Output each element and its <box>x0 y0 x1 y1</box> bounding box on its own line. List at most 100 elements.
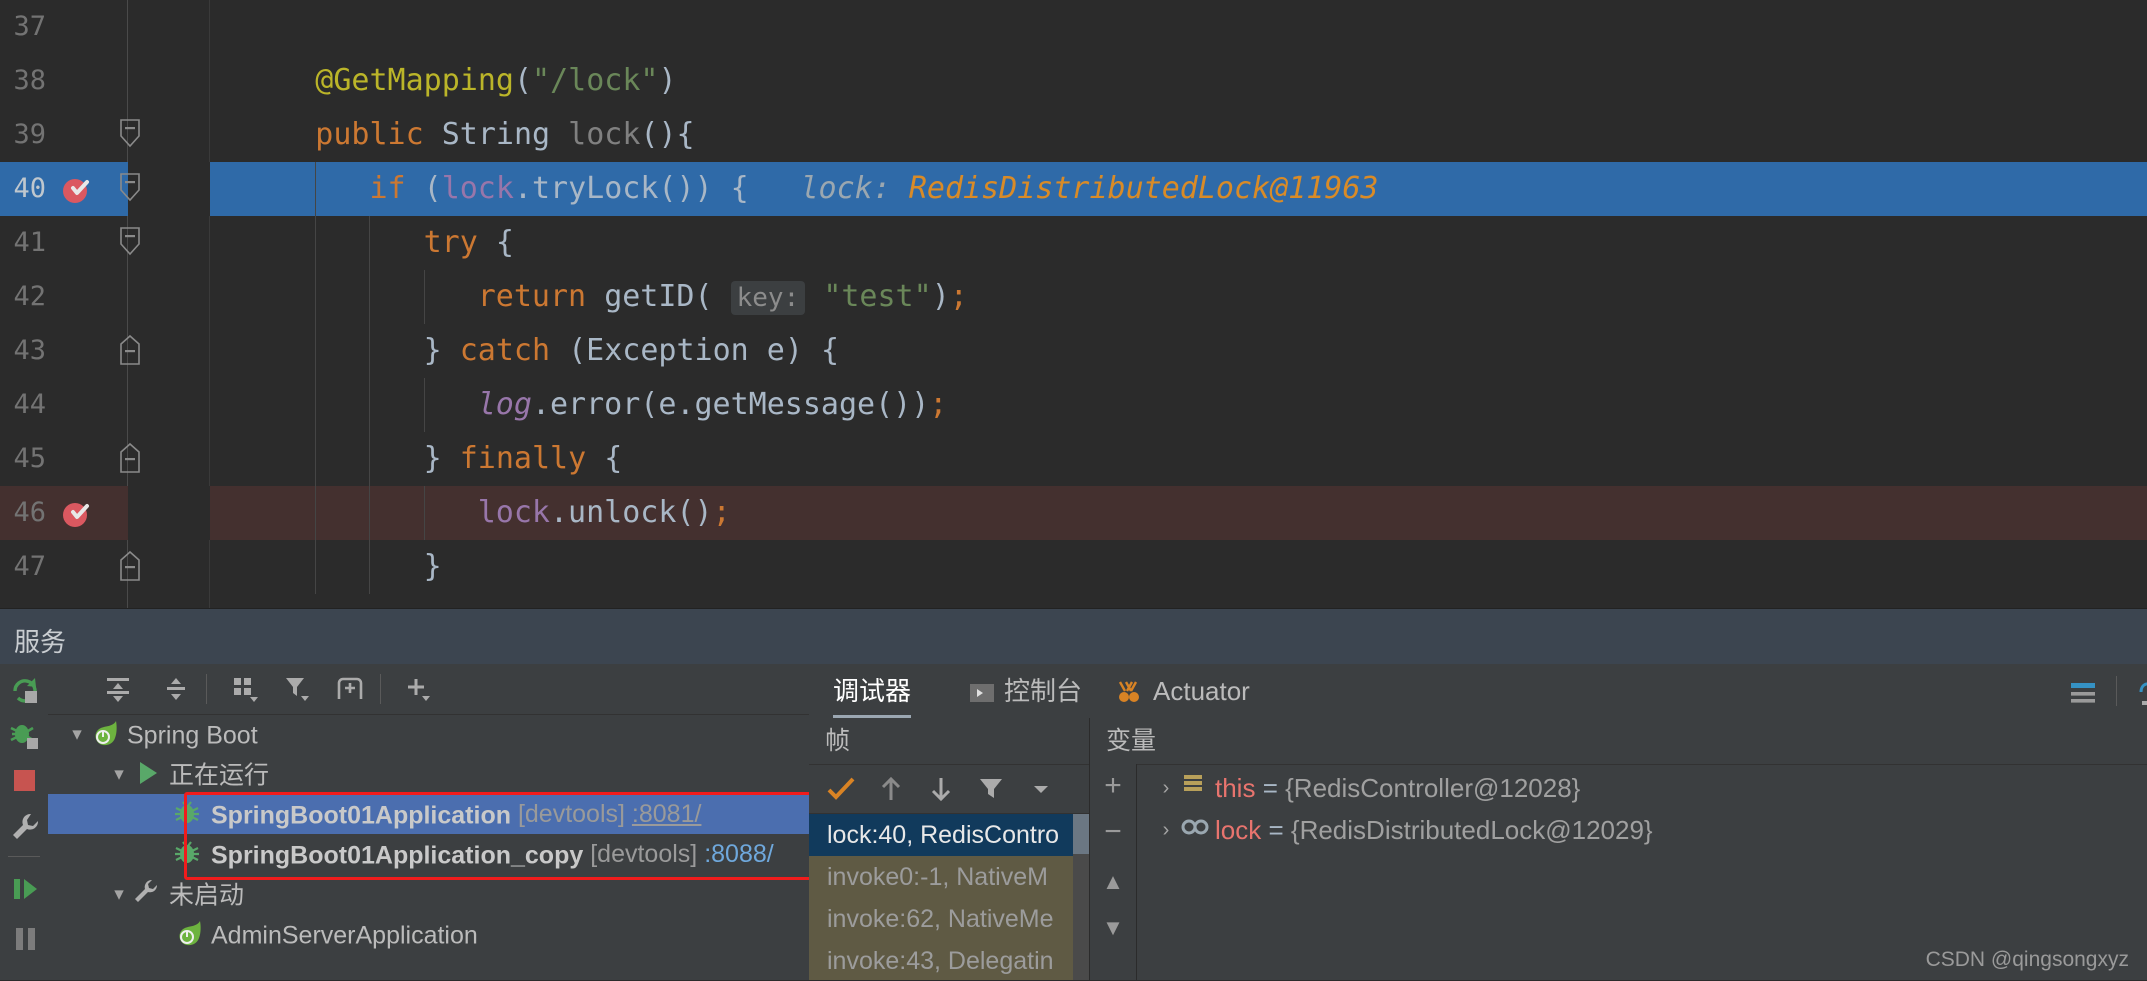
variable-value: {RedisController@12028} <box>1285 773 1581 804</box>
code-line-42[interactable]: 42 return getID( key: "test"); <box>0 270 2147 324</box>
toolbar-divider-2 <box>380 674 381 704</box>
indent-guide <box>369 486 371 540</box>
breakpoint-icon[interactable] <box>60 496 94 530</box>
variable-name: lock <box>1215 815 1262 846</box>
frame-item[interactable]: lock:40, RedisContro <box>809 814 1089 856</box>
chevron-right-icon[interactable]: › <box>1151 767 1181 809</box>
fold-marker[interactable] <box>118 550 144 584</box>
filter-icon[interactable] <box>280 671 316 707</box>
inline-debug-hint: lock: RedisDistributedLock@11963 <box>801 162 1379 216</box>
rerun-icon[interactable] <box>6 670 44 708</box>
frame-item[interactable]: invoke:62, NativeMe <box>809 898 1089 940</box>
chevron-right-icon[interactable]: › <box>1151 809 1181 851</box>
services-tree-item-Spring Boot[interactable]: ▾ Spring Boot <box>48 714 809 754</box>
tab-debugger[interactable]: 调试器 <box>833 664 912 718</box>
code-line-39[interactable]: 39 public String lock(){ <box>0 108 2147 162</box>
pause-icon[interactable] <box>6 920 44 958</box>
line-number: 39 <box>13 119 46 150</box>
frames-filter-icon[interactable] <box>973 771 1009 807</box>
indent-guide <box>423 378 425 432</box>
variables-title: 变量 <box>1106 727 1157 755</box>
indent-guide <box>315 324 317 378</box>
console-icon <box>969 680 995 706</box>
frames-list[interactable]: lock:40, RedisContro invoke0:-1, NativeM i… <box>809 814 1089 980</box>
line-number: 47 <box>13 551 46 582</box>
fold-marker[interactable] <box>118 334 144 368</box>
code-line-45[interactable]: 45} finally { <box>0 432 2147 486</box>
remove-watch-icon[interactable]: − <box>1095 814 1131 850</box>
inline-hint-value: RedisDistributedLock@11963 <box>908 171 1379 206</box>
code-text: lock.unlock(); <box>477 495 731 530</box>
collapse-all-icon[interactable] <box>158 671 194 707</box>
chevron-down-icon[interactable]: ▾ <box>64 715 90 755</box>
frame-item[interactable]: invoke:43, Delegatin <box>809 940 1089 980</box>
settings-wrench-icon[interactable] <box>6 808 44 846</box>
indent-guide <box>315 162 317 216</box>
arrow-up-icon[interactable] <box>873 771 909 807</box>
code-editor[interactable]: 37 38 @GetMapping("/lock") 39 public String … <box>0 0 2147 608</box>
debug-icon[interactable] <box>6 716 44 754</box>
tab-actuator[interactable]: Actuator <box>1114 664 1250 718</box>
variable-row[interactable]: › this = {RedisController@12028} <box>1137 765 2147 807</box>
intellij-idea-window: 37 38 @GetMapping("/lock") 39 public String … <box>0 0 2147 980</box>
code-line-41[interactable]: 41 try { <box>0 216 2147 270</box>
frames-scrollbar-track[interactable] <box>1073 814 1089 980</box>
code-line-47[interactable]: 47} <box>0 540 2147 594</box>
frames-title: 帧 <box>825 727 851 755</box>
services-tree-item-AdminServerApplication[interactable]: AdminServerApplication <box>48 914 809 954</box>
services-tree-item-SpringBoot01Application[interactable]: SpringBoot01Application [devtools] :8081… <box>48 794 809 834</box>
layout-settings-icon[interactable] <box>2064 673 2102 711</box>
chevron-down-icon[interactable] <box>1023 771 1059 807</box>
fold-marker[interactable] <box>118 226 144 260</box>
code-text: return getID( key: "test"); <box>477 279 968 315</box>
indent-guide <box>315 486 317 540</box>
frames-scrollbar-thumb[interactable] <box>1073 814 1089 854</box>
tab-actuator-label: Actuator <box>1153 676 1250 706</box>
gutter-strip <box>128 54 210 108</box>
tab-console[interactable]: 控制台 <box>969 664 1082 718</box>
group-by-icon[interactable] <box>228 671 264 707</box>
add-service-icon[interactable] <box>400 671 436 707</box>
step-over-icon[interactable] <box>2134 673 2147 711</box>
variable-row[interactable]: › lock = {RedisDistributedLock@12029} <box>1137 807 2147 849</box>
services-tree-item-SpringBoot01Application_copy[interactable]: SpringBoot01Application_copy [devtools] … <box>48 834 809 874</box>
services-tree-item-未启动[interactable]: ▾ 未启动 <box>48 874 809 914</box>
services-toolbar <box>48 664 809 715</box>
code-line-44[interactable]: 44 log.error(e.getMessage()); <box>0 378 2147 432</box>
arrow-down-icon[interactable] <box>923 771 959 807</box>
line-number: 38 <box>13 65 46 96</box>
fold-marker[interactable] <box>118 172 144 206</box>
tree-item-port-link[interactable]: :8081/ <box>632 800 702 828</box>
code-text: public String lock(){ <box>315 117 695 152</box>
code-line-38[interactable]: 38 @GetMapping("/lock") <box>0 54 2147 108</box>
move-down-icon[interactable]: ▼ <box>1095 910 1131 946</box>
add-watch-icon[interactable]: + <box>1095 768 1131 804</box>
code-line-40[interactable]: 40 if (lock.tryLock()) {lock: RedisDistri… <box>0 162 2147 216</box>
move-up-icon[interactable]: ▲ <box>1095 864 1131 900</box>
services-tree-item-正在运行[interactable]: ▾ 正在运行 <box>48 754 809 794</box>
services-tree[interactable]: ▾ Spring Boot ▾ 正在运行 SpringBoot01Application… <box>48 714 809 980</box>
line-number: 46 <box>13 497 46 528</box>
tree-item-port-link[interactable]: :8088/ <box>704 840 774 868</box>
frame-item[interactable]: invoke0:-1, NativeM <box>809 856 1089 898</box>
add-tab-icon[interactable] <box>332 671 368 707</box>
tree-item-label: 未启动 <box>169 881 245 910</box>
toolbar-divider-1 <box>206 674 207 704</box>
code-line-43[interactable]: 43} catch (Exception e) { <box>0 324 2147 378</box>
resume-icon[interactable] <box>6 870 44 908</box>
chevron-down-icon[interactable]: ▾ <box>106 755 132 795</box>
code-line-37[interactable]: 37 <box>0 0 2147 54</box>
checkmark-icon[interactable] <box>823 771 859 807</box>
chevron-down-icon[interactable]: ▾ <box>106 875 132 915</box>
indent-guide <box>369 216 371 270</box>
breakpoint-icon[interactable] <box>60 172 94 206</box>
fold-marker[interactable] <box>118 118 144 152</box>
code-line-46[interactable]: 46 lock.unlock(); <box>0 486 2147 540</box>
indent-guide <box>423 270 425 324</box>
indent-guide <box>315 270 317 324</box>
expand-all-icon[interactable] <box>100 671 136 707</box>
stop-icon[interactable] <box>6 762 44 800</box>
tab-console-label: 控制台 <box>1004 676 1083 706</box>
gutter-strip <box>128 378 210 432</box>
fold-marker[interactable] <box>118 442 144 476</box>
